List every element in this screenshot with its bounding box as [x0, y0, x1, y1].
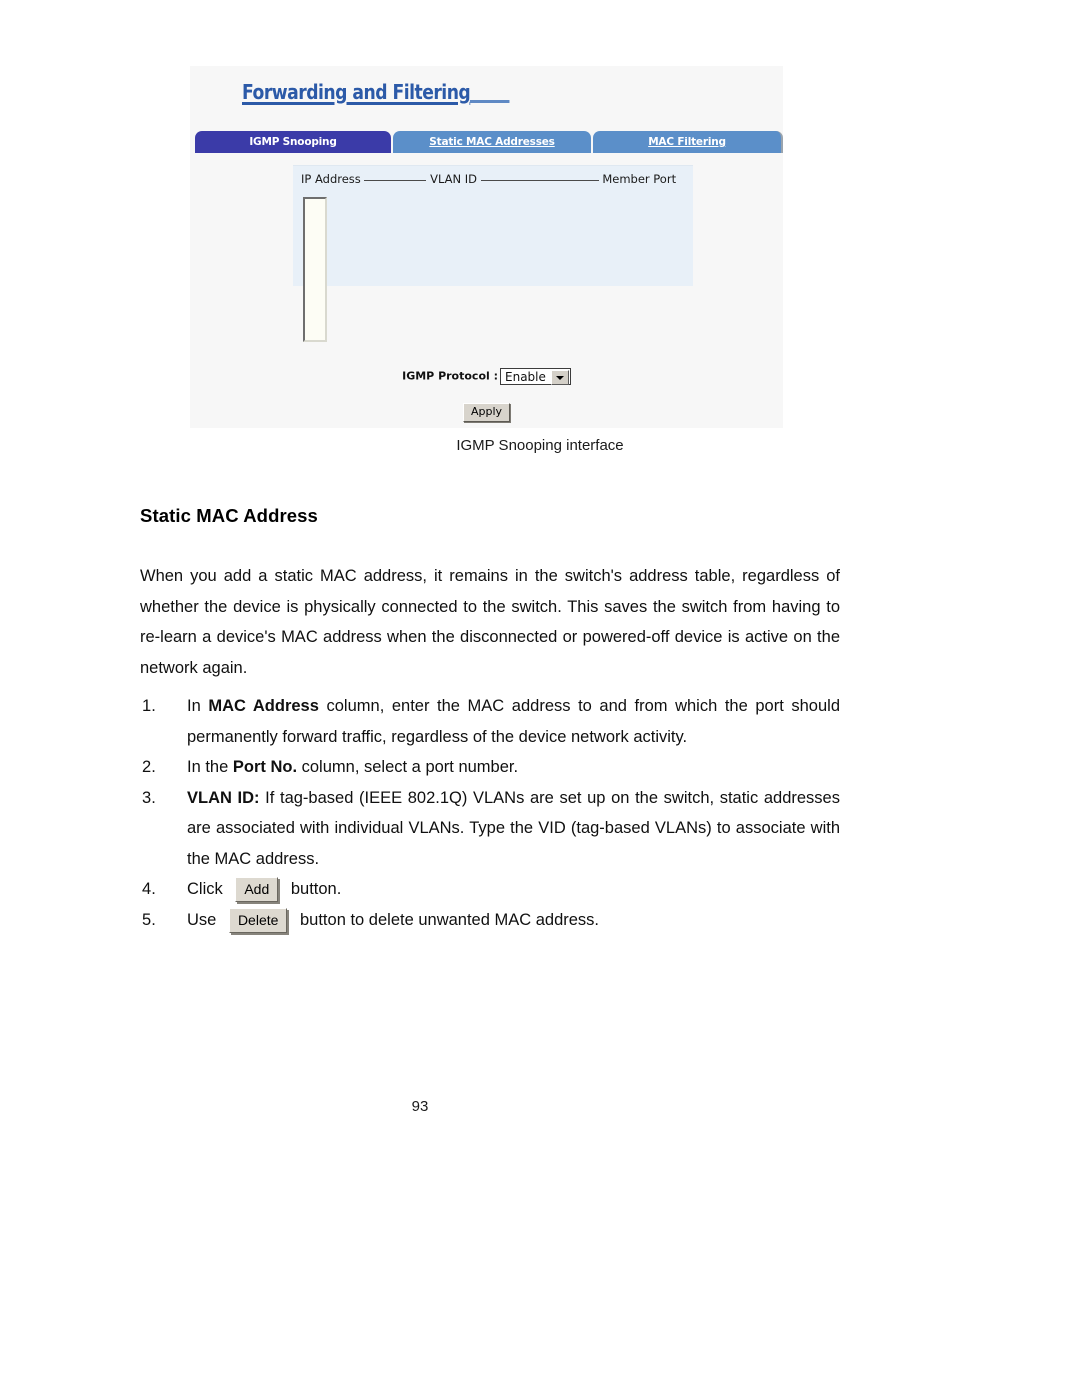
vlan-id-rule	[480, 180, 599, 181]
step-lead: In	[187, 697, 209, 715]
tab-static-mac-addresses[interactable]: Static MAC Addresses	[393, 131, 591, 153]
device-ui-screenshot: Forwarding and Filtering IGMP Snooping S…	[190, 66, 783, 428]
page-title: Forwarding and Filtering	[242, 80, 511, 104]
step-rest: column, select a port number.	[297, 758, 519, 776]
intro-paragraph: When you add a static MAC address, it re…	[140, 567, 840, 677]
member-list-box[interactable]	[303, 197, 327, 342]
step-rest: button.	[286, 880, 342, 898]
apply-button[interactable]: Apply	[462, 403, 511, 422]
ip-address-label: IP Address	[301, 172, 361, 186]
vlan-id-label: VLAN ID	[430, 172, 478, 186]
step-lead: In the	[187, 758, 233, 776]
delete-button[interactable]: Delete	[228, 907, 288, 933]
add-button[interactable]: Add	[235, 877, 279, 903]
tab-mac-filtering[interactable]: MAC Filtering	[593, 131, 783, 153]
document-page: Forwarding and Filtering IGMP Snooping S…	[0, 0, 1080, 1397]
igmp-protocol-select[interactable]: Enable	[500, 368, 571, 385]
step-rest: button to delete unwanted MAC address.	[295, 910, 600, 929]
chevron-down-icon[interactable]	[550, 370, 569, 385]
step-lead: Click	[187, 880, 228, 898]
step-bold: Port No.	[232, 758, 298, 776]
page-number: 93	[411, 1098, 429, 1115]
tab-igmp-snooping[interactable]: IGMP Snooping	[195, 131, 391, 153]
step-bold: VLAN ID:	[187, 788, 260, 807]
steps-list: In MAC Address column, enter the MAC add…	[140, 691, 840, 935]
list-item: VLAN ID: If tag-based (IEEE 802.1Q) VLAN…	[140, 783, 840, 875]
tab-bar: IGMP Snooping Static MAC Addresses MAC F…	[195, 131, 783, 153]
list-item: Click Add button.	[140, 874, 840, 905]
section-heading: Static MAC Address	[140, 505, 318, 526]
igmp-protocol-label: IGMP Protocol :	[402, 369, 499, 383]
document-body: Static MAC Address When you add a static…	[140, 505, 840, 935]
list-item: In MAC Address column, enter the MAC add…	[140, 691, 840, 752]
list-item: In the Port No. column, select a port nu…	[140, 752, 840, 783]
step-bold: MAC Address	[208, 697, 319, 715]
list-item: Use Delete button to delete unwanted MAC…	[140, 905, 840, 936]
igmp-snooping-panel: IP Address VLAN ID Member Port	[293, 165, 693, 342]
step-lead: Use	[187, 910, 221, 929]
ip-address-rule	[364, 180, 427, 181]
figure-caption: IGMP Snooping interface	[456, 437, 624, 454]
apply-row: Apply	[190, 402, 783, 422]
step-rest: If tag-based (IEEE 802.1Q) VLANs are set…	[187, 788, 840, 868]
igmp-protocol-row: IGMP Protocol : Enable	[190, 368, 783, 385]
member-port-label: Member Port	[602, 172, 677, 186]
table-header-row: IP Address VLAN ID Member Port	[301, 172, 676, 186]
